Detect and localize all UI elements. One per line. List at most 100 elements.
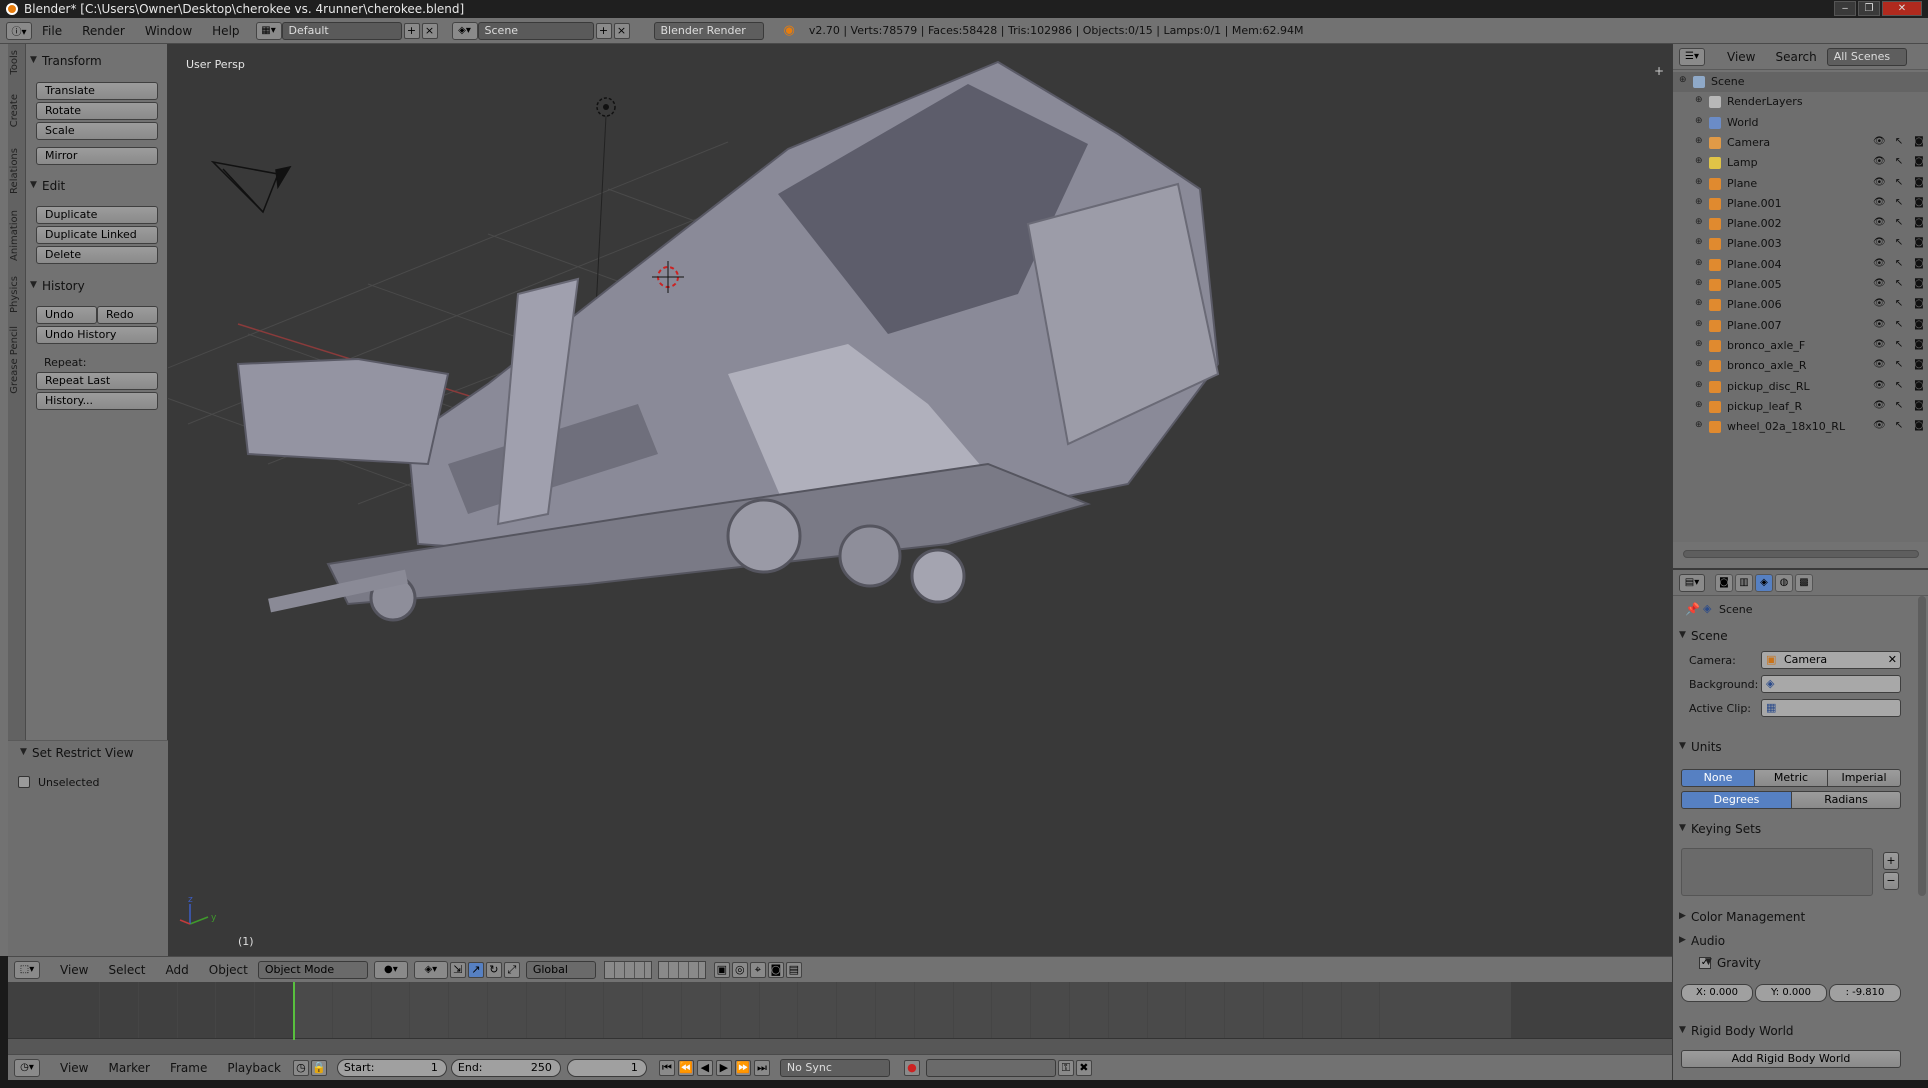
color-management-section[interactable]: Color Management <box>1679 910 1805 924</box>
renderable-camera-icon[interactable]: ◙ <box>1913 298 1925 309</box>
visibility-eye-icon[interactable]: 👁 <box>1873 136 1886 147</box>
scale-button[interactable]: Scale <box>36 122 158 140</box>
selectable-cursor-icon[interactable]: ↖ <box>1893 237 1905 248</box>
expand-icon[interactable]: ⊕ <box>1695 136 1703 146</box>
next-keyframe-icon[interactable]: ⏩ <box>734 1059 751 1076</box>
outliner-item-name[interactable]: Plane.005 <box>1727 278 1782 291</box>
visibility-eye-icon[interactable]: 👁 <box>1873 237 1886 248</box>
renderable-camera-icon[interactable]: ◙ <box>1913 359 1925 370</box>
menu-view[interactable]: View <box>50 963 98 977</box>
start-frame-field[interactable]: Start: 1 <box>336 1058 447 1077</box>
layer-buttons-b[interactable] <box>657 960 706 979</box>
3d-viewport[interactable]: User Persp y z (1) + <box>168 44 1672 956</box>
screen-layout-field[interactable]: Default <box>281 21 402 40</box>
restrict-view-title[interactable]: Set Restrict View <box>20 746 133 760</box>
rotate-manipulator-icon[interactable]: ↻ <box>485 961 502 978</box>
translate-manipulator-icon[interactable]: ↗ <box>467 961 484 978</box>
render-engine-select[interactable]: Blender Render <box>653 21 764 40</box>
visibility-eye-icon[interactable]: 👁 <box>1873 298 1886 309</box>
tab-create[interactable]: Create <box>9 94 25 127</box>
expand-icon[interactable]: ⊕ <box>1695 339 1703 349</box>
lock-time-icon[interactable]: 🔒 <box>310 1059 327 1076</box>
scene-tab-icon[interactable]: ◈ <box>1755 573 1773 592</box>
selectable-cursor-icon[interactable]: ↖ <box>1893 420 1905 431</box>
scene-selector-icon[interactable]: ◈▾ <box>451 21 478 40</box>
outliner-item[interactable]: ⊕ Lamp 👁 ↖ ◙ <box>1673 153 1928 173</box>
outliner-item-name[interactable]: Camera <box>1727 136 1770 149</box>
tab-relations[interactable]: Relations <box>9 148 25 194</box>
minimize-button[interactable]: ‒ <box>1834 1 1856 16</box>
visibility-eye-icon[interactable]: 👁 <box>1873 380 1886 391</box>
renderable-camera-icon[interactable]: ◙ <box>1913 136 1925 147</box>
expand-icon[interactable]: ⊕ <box>1695 95 1703 105</box>
menu-file[interactable]: File <box>32 24 72 38</box>
selectable-cursor-icon[interactable]: ↖ <box>1893 319 1905 330</box>
menu-render[interactable]: Render <box>72 24 135 38</box>
outliner-item-name[interactable]: bronco_axle_F <box>1727 339 1805 352</box>
outliner-item-name[interactable]: pickup_leaf_R <box>1727 400 1802 413</box>
texture-tab-icon[interactable]: ▩ <box>1795 573 1813 592</box>
outliner-item-name[interactable]: Plane.002 <box>1727 217 1782 230</box>
undo-history-button[interactable]: Undo History <box>36 326 158 344</box>
visibility-eye-icon[interactable]: 👁 <box>1873 156 1886 167</box>
selectable-cursor-icon[interactable]: ↖ <box>1893 359 1905 370</box>
jump-end-icon[interactable]: ⏭ <box>753 1059 770 1076</box>
keying-sets-list[interactable] <box>1681 848 1873 896</box>
delete-keyframe-icon[interactable]: ✖ <box>1075 1059 1092 1076</box>
outliner-item[interactable]: ⊕ Plane 👁 ↖ ◙ <box>1673 174 1928 194</box>
world-tab-icon[interactable]: ◍ <box>1775 573 1793 592</box>
visibility-eye-icon[interactable]: 👁 <box>1873 177 1886 188</box>
expand-icon[interactable]: ⊕ <box>1695 298 1703 308</box>
renderable-camera-icon[interactable]: ◙ <box>1913 156 1925 167</box>
add-layout-icon[interactable]: + <box>403 22 420 39</box>
outliner-scrollbar[interactable] <box>1683 550 1919 558</box>
menu-select[interactable]: Select <box>98 963 155 977</box>
pivot-point-icon[interactable]: ◈▾ <box>413 960 448 979</box>
keying-sets-section-title[interactable]: Keying Sets <box>1679 822 1761 836</box>
editor-type-outliner-icon[interactable]: ☰▾ <box>1679 47 1705 66</box>
menu-timeline-view[interactable]: View <box>50 1061 98 1075</box>
menu-object[interactable]: Object <box>199 963 258 977</box>
scene-section-title[interactable]: Scene <box>1679 629 1727 643</box>
history-button[interactable]: History... <box>36 392 158 410</box>
renderlayers-tab-icon[interactable]: ▥ <box>1735 573 1753 592</box>
menu-marker[interactable]: Marker <box>98 1061 159 1075</box>
play-icon[interactable]: ▶ <box>715 1059 732 1076</box>
repeat-last-button[interactable]: Repeat Last <box>36 372 158 390</box>
visibility-eye-icon[interactable]: 👁 <box>1873 400 1886 411</box>
expand-icon[interactable]: ⊕ <box>1695 420 1703 430</box>
history-panel-title[interactable]: History <box>30 279 85 293</box>
current-frame-field[interactable]: 1 <box>566 1058 647 1077</box>
render-tab-icon[interactable]: ◙ <box>1715 573 1733 592</box>
delete-button[interactable]: Delete <box>36 246 158 264</box>
unselected-checkbox[interactable] <box>18 776 30 788</box>
expand-icon[interactable]: ⊕ <box>1695 278 1703 288</box>
outliner-display-select[interactable]: All Scenes <box>1826 47 1907 66</box>
outliner-item-name[interactable]: Plane <box>1727 177 1757 190</box>
add-rigid-body-world-button[interactable]: Add Rigid Body World <box>1681 1050 1901 1068</box>
renderable-camera-icon[interactable]: ◙ <box>1913 339 1925 350</box>
preview-range-icon[interactable]: ◷ <box>292 1059 309 1076</box>
angle-degrees-button[interactable]: Degrees <box>1681 791 1792 809</box>
selectable-cursor-icon[interactable]: ↖ <box>1893 380 1905 391</box>
tab-animation[interactable]: Animation <box>9 210 25 261</box>
tab-tools[interactable]: Tools <box>9 50 25 75</box>
manipulator-toggle-icon[interactable]: ⇲ <box>449 961 466 978</box>
close-button[interactable]: ✕ <box>1882 1 1922 16</box>
outliner-item[interactable]: ⊕ bronco_axle_F 👁 ↖ ◙ <box>1673 336 1928 356</box>
outliner-item-name[interactable]: wheel_02a_18x10_RL <box>1727 420 1845 433</box>
selectable-cursor-icon[interactable]: ↖ <box>1893 400 1905 411</box>
maximize-button[interactable]: ❐ <box>1858 1 1880 16</box>
redo-button[interactable]: Redo <box>97 306 158 324</box>
transform-panel-title[interactable]: Transform <box>30 54 102 68</box>
tab-physics[interactable]: Physics <box>9 276 25 313</box>
units-section-title[interactable]: Units <box>1679 740 1722 754</box>
add-keying-set-button[interactable]: + <box>1883 852 1899 870</box>
render-opengl-icon[interactable]: ◙ <box>767 961 784 978</box>
editor-type-properties-icon[interactable]: ▤▾ <box>1679 573 1705 592</box>
outliner-item-name[interactable]: Plane.007 <box>1727 319 1782 332</box>
renderable-camera-icon[interactable]: ◙ <box>1913 217 1925 228</box>
render-anim-icon[interactable]: ▤ <box>785 961 802 978</box>
selectable-cursor-icon[interactable]: ↖ <box>1893 298 1905 309</box>
menu-add[interactable]: Add <box>156 963 199 977</box>
